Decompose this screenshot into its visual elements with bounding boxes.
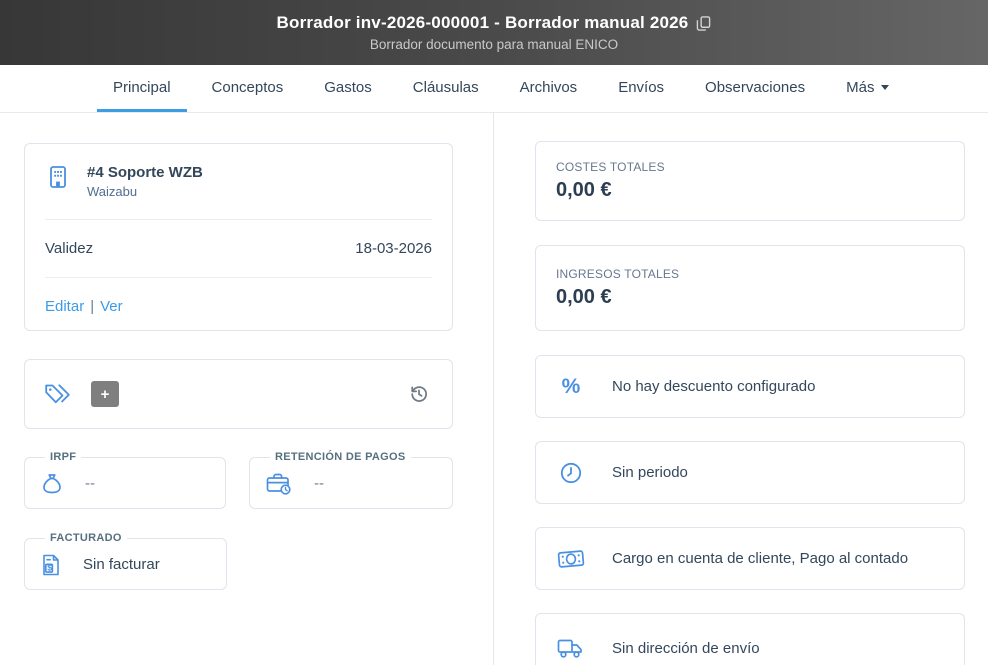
left-column: #4 Soporte WZB Waizabu Validez 18-03-202… [0,113,494,665]
page-subtitle: Borrador documento para manual ENICO [370,37,618,52]
irpf-value: -- [85,475,95,492]
cash-icon [556,547,586,571]
tab-bar: Principal Conceptos Gastos Cláusulas Arc… [0,65,988,113]
costes-label: COSTES TOTALES [556,160,944,174]
invoice-icon: $ [39,552,63,578]
facturado-field[interactable]: FACTURADO $ Sin facturar [24,532,227,590]
tab-observaciones[interactable]: Observaciones [689,65,821,112]
period-status-card[interactable]: Sin periodo [535,441,965,504]
ingresos-label: INGRESOS TOTALES [556,267,944,281]
divider [45,277,432,278]
tab-clausulas[interactable]: Cláusulas [397,65,495,112]
validity-row: Validez 18-03-2026 [45,240,432,257]
retencion-label: RETENCIÓN DE PAGOS [270,451,411,463]
shipping-status-text: Sin dirección de envío [612,640,760,657]
clock-icon [556,460,586,486]
customer-company: Waizabu [87,184,203,199]
right-column: COSTES TOTALES 0,00 € INGRESOS TOTALES 0… [494,113,988,665]
tags-card: + [24,359,453,429]
shipping-status-card[interactable]: Sin dirección de envío [535,613,965,665]
tax-fields-row: IRPF -- RETENCIÓN DE PAGOS [24,451,453,509]
discount-status-card[interactable]: % No hay descuento configurado [535,355,965,418]
add-tag-button[interactable]: + [91,381,119,407]
tab-gastos[interactable]: Gastos [308,65,388,112]
payment-status-card[interactable]: Cargo en cuenta de cliente, Pago al cont… [535,527,965,590]
payment-status-text: Cargo en cuenta de cliente, Pago al cont… [612,550,908,567]
edit-link[interactable]: Editar [45,298,84,315]
copy-icon[interactable] [696,15,711,32]
caret-down-icon [881,85,889,90]
irpf-label: IRPF [45,451,81,463]
discount-status-text: No hay descuento configurado [612,378,815,395]
tab-envios[interactable]: Envíos [602,65,680,112]
billing-field-row: FACTURADO $ Sin facturar [24,532,453,590]
period-status-text: Sin periodo [612,464,688,481]
tab-archivos[interactable]: Archivos [504,65,594,112]
link-separator: | [90,298,94,315]
history-icon[interactable] [408,383,430,405]
moneybag-icon [39,471,65,497]
customer-identity: #4 Soporte WZB Waizabu [87,164,203,199]
divider [45,219,432,220]
document-detail-screen: Borrador inv-2026-000001 - Borrador manu… [0,0,988,665]
main-content: #4 Soporte WZB Waizabu Validez 18-03-202… [0,113,988,665]
customer-card: #4 Soporte WZB Waizabu Validez 18-03-202… [24,143,453,331]
validity-label: Validez [45,240,93,257]
ingresos-totales-card: INGRESOS TOTALES 0,00 € [535,245,965,331]
briefcase-clock-icon [264,471,294,497]
page-header: Borrador inv-2026-000001 - Borrador manu… [0,0,988,65]
building-icon [45,164,71,190]
retencion-field[interactable]: RETENCIÓN DE PAGOS [249,451,453,509]
irpf-field[interactable]: IRPF -- [24,451,226,509]
tab-conceptos[interactable]: Conceptos [196,65,300,112]
tags-icon [43,381,73,408]
costes-totales-card: COSTES TOTALES 0,00 € [535,141,965,221]
page-title: Borrador inv-2026-000001 - Borrador manu… [277,13,689,33]
ingresos-value: 0,00 € [556,286,944,309]
view-link[interactable]: Ver [100,298,123,315]
costes-value: 0,00 € [556,179,944,202]
truck-icon [556,636,586,660]
tab-mas[interactable]: Más [830,65,905,112]
facturado-value: Sin facturar [83,556,160,573]
customer-name: #4 Soporte WZB [87,164,203,181]
customer-actions: Editar | Ver [45,298,432,315]
percent-icon: % [556,375,586,399]
facturado-label: FACTURADO [45,532,127,544]
validity-date: 18-03-2026 [355,240,432,257]
svg-text:$: $ [47,562,52,572]
retencion-value: -- [314,475,324,492]
tab-principal[interactable]: Principal [97,65,187,112]
